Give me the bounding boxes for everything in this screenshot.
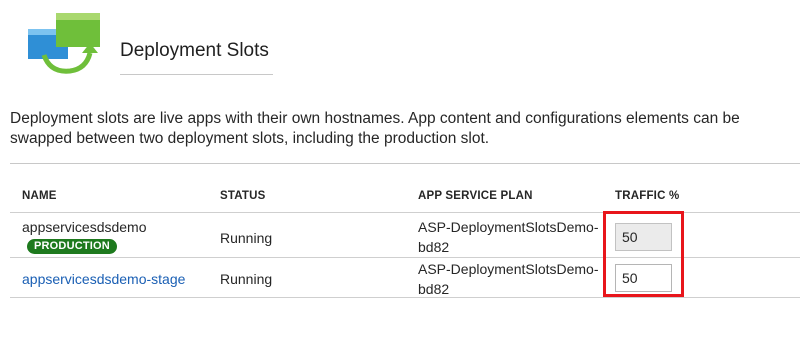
production-badge: PRODUCTION (27, 239, 117, 254)
slot-status: Running (220, 230, 273, 246)
slot-name-link[interactable]: appservicesdsdemo-stage (22, 271, 185, 287)
column-header-name[interactable]: NAME (22, 190, 57, 202)
column-header-status[interactable]: STATUS (220, 190, 266, 202)
traffic-highlight-box (603, 211, 684, 297)
column-header-traffic[interactable]: TRAFFIC % (615, 190, 679, 202)
description-text: Deployment slots are live apps with thei… (10, 110, 740, 147)
description-divider (10, 163, 800, 164)
slot-name: appservicesdsdemo (22, 219, 147, 235)
title-divider (120, 74, 273, 75)
app-service-plan-line1: ASP-DeploymentSlotsDemo- (418, 219, 599, 235)
app-service-plan-line2: bd82 (418, 281, 450, 297)
app-service-plan-line2: bd82 (418, 239, 450, 255)
row-divider (10, 297, 800, 298)
column-header-app-service-plan[interactable]: APP SERVICE PLAN (418, 190, 533, 202)
slot-status: Running (220, 271, 273, 287)
page-title: Deployment Slots (120, 40, 269, 61)
app-service-plan-line1: ASP-DeploymentSlotsDemo- (418, 261, 599, 277)
deployment-slots-icon (26, 13, 102, 75)
